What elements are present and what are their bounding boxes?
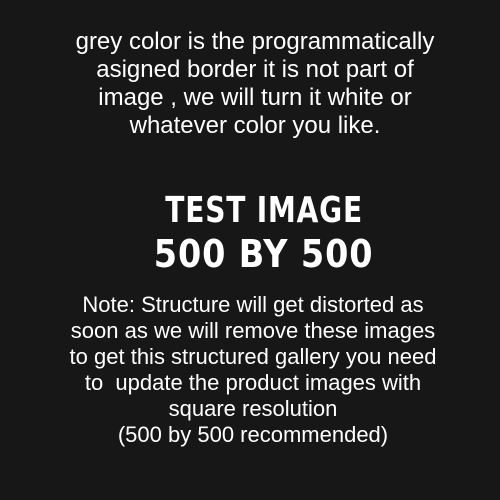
border-explanation-line-4: whatever color you like. [129,112,381,139]
border-explanation-line-1: grey color is the programmatically [75,28,435,55]
test-image-heading: TEST IMAGE 500 BY 500 [140,190,374,276]
note-line-6: (500 by 500 recommended) [117,422,389,447]
note-line-5: square resolution [168,396,338,421]
border-explanation-line-3: image , we will turn it white or [98,84,412,111]
structure-note-text: Note: Structure will get distorted as so… [13,292,493,448]
note-line-3: to get this structured gallery you need [69,344,437,369]
heading-title: TEST IMAGE [165,190,363,231]
note-line-4: to update the product images with [84,370,422,395]
heading-dimensions: 500 BY 500 [153,232,374,276]
note-line-2: soon as we will remove these images [70,318,436,343]
note-line-1: Note: Structure will get distorted as [82,292,424,317]
border-explanation-text: grey color is the programmatically asign… [10,28,500,140]
test-image-canvas: grey color is the programmatically asign… [0,0,500,500]
border-explanation-line-2: asigned border it is not part of [96,56,414,83]
